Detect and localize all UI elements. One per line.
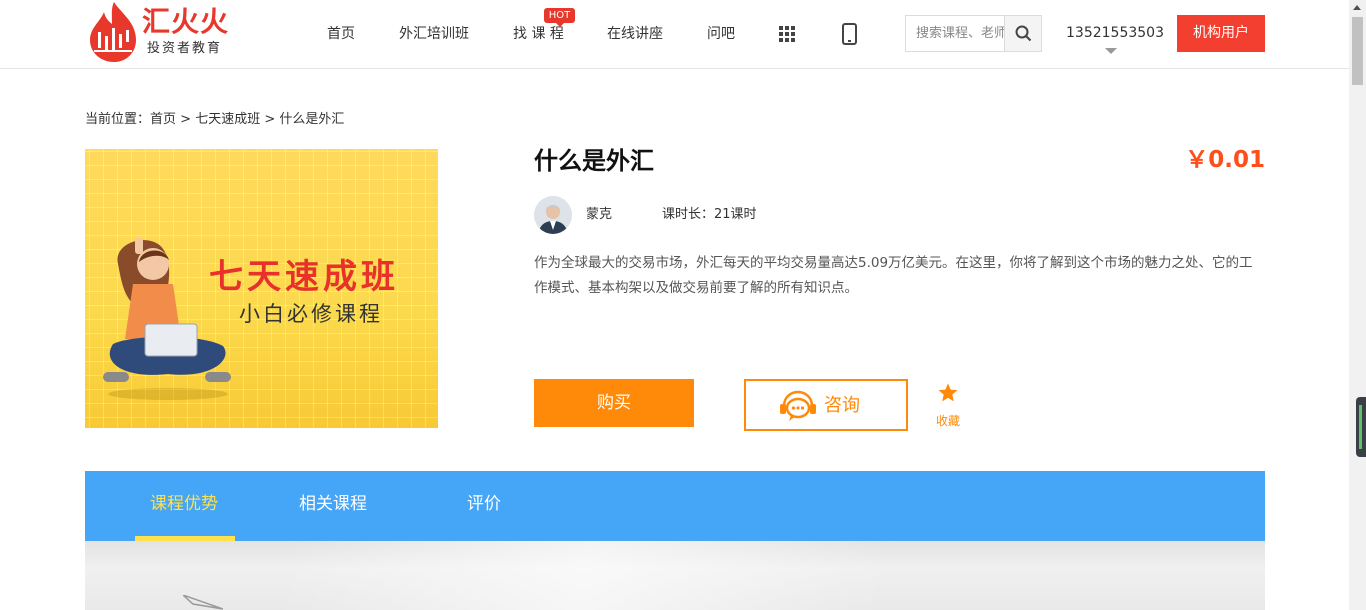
breadcrumb-category-link[interactable]: 七天速成班 (195, 112, 260, 127)
course-duration: 课时长：21课时 (662, 207, 757, 222)
favorite-button[interactable]: 收藏 (930, 380, 966, 430)
course-advantages-image (85, 541, 1265, 610)
course-title: 什么是外汇 (534, 147, 654, 175)
breadcrumb: 当前位置：首页 > 七天速成班 > 什么是外汇 (85, 111, 344, 129)
side-widget[interactable] (1356, 397, 1366, 457)
site-header: 汇火火 投资者教育 首页 外汇培训班 找 课 程 HOT 在线讲座 问吧 135… (0, 0, 1349, 69)
logo-subtitle: 投资者教育 (147, 41, 223, 56)
grid-icon[interactable] (779, 26, 795, 42)
org-user-button[interactable]: 机构用户 (1177, 15, 1265, 52)
breadcrumb-current: 什么是外汇 (279, 112, 345, 127)
scrollbar-thumb[interactable] (1352, 17, 1363, 85)
nav-ask[interactable]: 问吧 (707, 24, 735, 44)
course-price: ￥0.01 (1185, 147, 1265, 173)
course-banner-image: 七天速成班 小白必修课程 (85, 149, 438, 428)
search-input[interactable] (906, 16, 1005, 51)
page-scrollbar[interactable] (1349, 0, 1366, 610)
buy-button[interactable]: 购买 (534, 379, 694, 427)
mobile-phone-icon[interactable] (842, 23, 857, 45)
nav-home[interactable]: 首页 (327, 24, 355, 44)
teacher-avatar-image (534, 196, 572, 234)
breadcrumb-prefix: 当前位置： (85, 112, 151, 127)
breadcrumb-home-link[interactable]: 首页 (150, 112, 176, 127)
favorite-label: 收藏 (936, 414, 961, 428)
banner-title: 七天速成班 (209, 257, 399, 297)
scroll-up-arrow-icon[interactable] (1353, 5, 1361, 10)
flame-logo-icon (90, 2, 136, 62)
logo-text: 汇火火 (142, 5, 230, 38)
search-icon (1015, 25, 1032, 42)
nav-forex-training[interactable]: 外汇培训班 (399, 24, 469, 44)
teacher-avatar[interactable] (534, 196, 572, 234)
star-icon (938, 383, 958, 402)
logo[interactable]: 汇火火 投资者教育 (86, 0, 236, 64)
consult-button[interactable]: 咨询 (744, 379, 908, 431)
nav-find-course[interactable]: 找 课 程 (513, 24, 564, 44)
search-button[interactable] (1004, 16, 1041, 51)
chat-headset-icon (780, 390, 816, 421)
course-description: 作为全球最大的交易市场，外汇每天的平均交易量高达5.09万亿美元。在这里，你将了… (534, 255, 1253, 296)
banner-subtitle: 小白必修课程 (239, 302, 383, 326)
tab-course-advantages[interactable]: 课程优势 (150, 492, 218, 516)
tab-reviews[interactable]: 评价 (467, 492, 501, 516)
tab-related-courses[interactable]: 相关课程 (299, 492, 367, 516)
teacher-name[interactable]: 蒙克 (586, 206, 612, 224)
consult-label: 咨询 (824, 395, 860, 416)
paper-plane-icon (183, 595, 223, 610)
caret-down-icon[interactable] (1105, 48, 1117, 54)
breadcrumb-separator: > (260, 112, 280, 127)
course-tabs: 课程优势 相关课程 评价 (85, 471, 1265, 541)
hot-badge: HOT (544, 8, 575, 27)
breadcrumb-separator: > (176, 112, 196, 127)
search-box (905, 15, 1042, 52)
nav-online-lectures[interactable]: 在线讲座 (607, 24, 663, 44)
user-phone-number[interactable]: 13521553503 (1066, 24, 1164, 42)
